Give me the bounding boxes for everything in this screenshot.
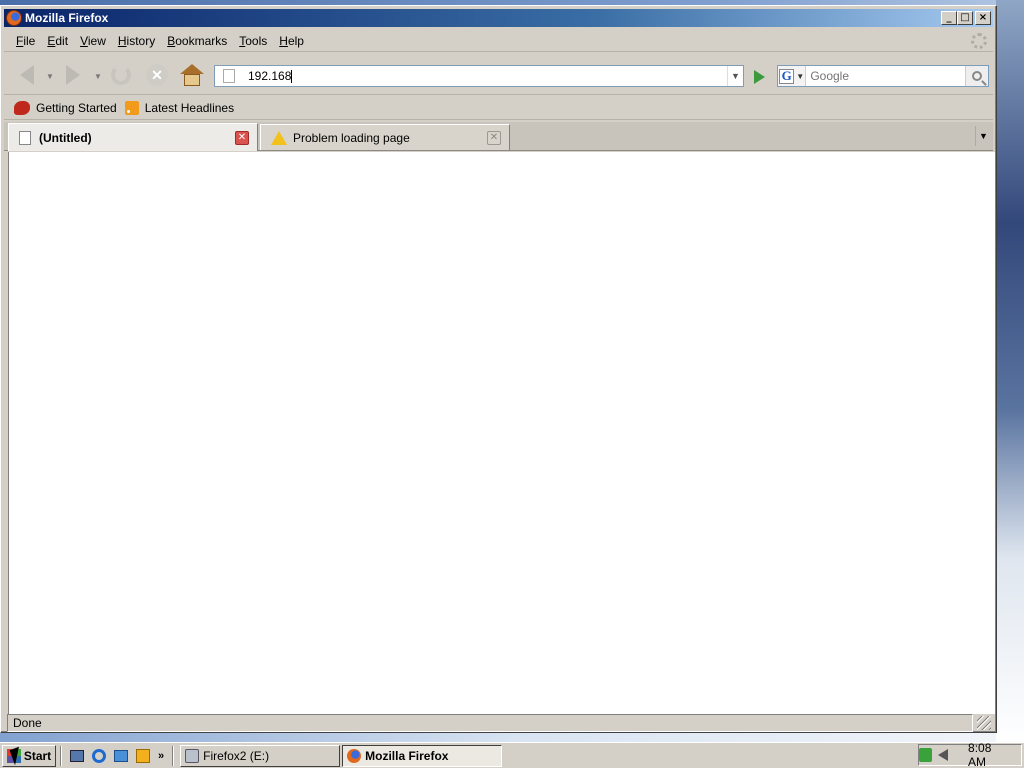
status-text: Done xyxy=(7,714,973,732)
close-button[interactable]: × xyxy=(975,11,991,25)
url-history-dropdown[interactable]: ▼ xyxy=(727,66,743,86)
menu-help-label: elp xyxy=(287,33,304,48)
bookmarks-toolbar: Getting Started Latest Headlines xyxy=(4,96,993,120)
tab-untitled[interactable]: (Untitled) ✕ xyxy=(8,123,258,151)
magnifier-icon xyxy=(972,71,983,81)
menu-history-accel: H xyxy=(117,33,127,48)
tab-label: Problem loading page xyxy=(293,130,410,145)
back-button[interactable] xyxy=(14,63,40,87)
quicklaunch-mail[interactable] xyxy=(112,747,130,765)
tab-problem-loading[interactable]: Problem loading page ✕ xyxy=(260,124,510,150)
tab-label: (Untitled) xyxy=(39,130,92,145)
back-history-dropdown[interactable]: ▼ xyxy=(46,72,54,81)
url-bar[interactable]: 192.168 ▼ xyxy=(214,65,744,87)
menu-tools-label: ools xyxy=(245,33,268,48)
search-button[interactable] xyxy=(965,66,988,86)
url-input[interactable]: 192.168 xyxy=(243,69,727,83)
volume-icon[interactable] xyxy=(938,749,949,761)
firefox-bookmark-icon xyxy=(14,100,30,115)
menu-help-accel: H xyxy=(279,33,288,48)
forward-button[interactable] xyxy=(60,63,86,87)
reload-button[interactable] xyxy=(108,63,134,87)
menu-bar: File Edit View History Bookmarks Tools H… xyxy=(4,30,993,52)
window-controls: _ □ × xyxy=(941,11,991,25)
start-button[interactable]: Start xyxy=(2,744,56,767)
show-desktop-icon xyxy=(70,749,84,762)
clock[interactable]: 8:08 AM xyxy=(968,741,1009,768)
resize-grip-icon[interactable] xyxy=(977,716,991,730)
media-player-icon xyxy=(136,748,150,763)
quicklaunch-show-desktop[interactable] xyxy=(68,747,86,765)
tab-close-button[interactable]: ✕ xyxy=(487,130,501,145)
stop-icon: ✕ xyxy=(146,64,168,86)
firefox-icon xyxy=(347,748,362,763)
search-engine-selector[interactable]: G ▼ xyxy=(778,66,807,86)
menu-bookmarks[interactable]: Bookmarks xyxy=(161,34,233,48)
quicklaunch-media[interactable] xyxy=(134,747,152,765)
rss-feed-icon xyxy=(124,100,139,115)
go-arrow-icon xyxy=(753,70,765,84)
home-icon xyxy=(180,64,204,86)
menu-view-label: iew xyxy=(87,33,106,48)
forward-history-dropdown[interactable]: ▼ xyxy=(94,72,102,81)
menu-file[interactable]: File xyxy=(10,34,41,48)
window-title: Mozilla Firefox xyxy=(25,11,109,25)
menu-history-label: istory xyxy=(126,33,156,48)
menu-help[interactable]: Help xyxy=(273,34,310,48)
bookmark-label: Getting Started xyxy=(36,100,117,115)
home-button[interactable] xyxy=(179,63,205,87)
title-bar[interactable]: Mozilla Firefox _ □ × xyxy=(4,9,993,27)
firefox-window: Mozilla Firefox _ □ × File Edit View His… xyxy=(0,5,997,733)
taskbar: Start » Firefox2 (E:) Mozilla Firefox 8:… xyxy=(0,741,1024,768)
back-arrow-icon xyxy=(20,65,34,85)
bookmark-latest-headlines[interactable]: Latest Headlines xyxy=(124,100,235,115)
chevron-down-icon: ▼ xyxy=(796,71,805,81)
mail-icon xyxy=(114,749,128,762)
drive-icon xyxy=(185,748,200,763)
task-label: Mozilla Firefox xyxy=(365,748,449,763)
firefox-app-icon[interactable] xyxy=(6,10,22,26)
start-label: Start xyxy=(23,748,52,763)
tab-list-dropdown[interactable]: ▼ xyxy=(975,126,991,146)
menu-bookmarks-label: ookmarks xyxy=(175,33,228,48)
tab-strip: (Untitled) ✕ Problem loading page ✕ ▼ xyxy=(4,122,993,151)
taskbar-separator xyxy=(172,745,175,766)
bookmark-getting-started[interactable]: Getting Started xyxy=(14,100,117,115)
menu-history[interactable]: History xyxy=(112,34,161,48)
menu-file-label: ile xyxy=(23,33,36,48)
blank-page-icon xyxy=(19,130,31,145)
menu-view-accel: V xyxy=(80,33,88,48)
warning-icon xyxy=(271,130,287,145)
bookmark-label: Latest Headlines xyxy=(144,100,235,115)
page-content[interactable] xyxy=(8,152,995,714)
throbber-icon xyxy=(971,33,987,49)
reload-icon xyxy=(111,65,131,85)
menu-view[interactable]: View xyxy=(74,34,112,48)
network-icon[interactable] xyxy=(919,748,933,762)
quicklaunch-more-chevron[interactable]: » xyxy=(158,750,164,762)
minimize-button[interactable]: _ xyxy=(941,11,957,25)
go-button[interactable] xyxy=(748,67,770,87)
task-mozilla-firefox[interactable]: Mozilla Firefox xyxy=(342,744,503,767)
status-bar: Done xyxy=(4,714,993,732)
maximize-button[interactable]: □ xyxy=(957,11,973,25)
search-bar: G ▼ xyxy=(777,65,989,87)
menu-edit-label: dit xyxy=(55,33,69,48)
search-input[interactable] xyxy=(806,69,966,83)
tab-close-button[interactable]: ✕ xyxy=(235,130,249,145)
task-firefox2-drive[interactable]: Firefox2 (E:) xyxy=(180,744,341,767)
taskbar-separator xyxy=(60,745,62,766)
menu-tools[interactable]: Tools xyxy=(233,34,273,48)
google-engine-icon: G xyxy=(779,68,795,84)
forward-arrow-icon xyxy=(66,65,80,85)
page-favicon-icon xyxy=(223,69,235,83)
internet-explorer-icon xyxy=(92,748,106,763)
desktop-background xyxy=(996,0,1024,745)
menu-edit[interactable]: Edit xyxy=(41,34,74,48)
navigation-toolbar: ▼ ▼ ✕ 192.168 ▼ G ▼ xyxy=(4,53,993,95)
stop-button[interactable]: ✕ xyxy=(144,63,170,87)
system-tray: 8:08 AM xyxy=(918,741,1022,768)
task-label: Firefox2 (E:) xyxy=(203,748,270,763)
quicklaunch-internet-explorer[interactable] xyxy=(90,747,108,765)
